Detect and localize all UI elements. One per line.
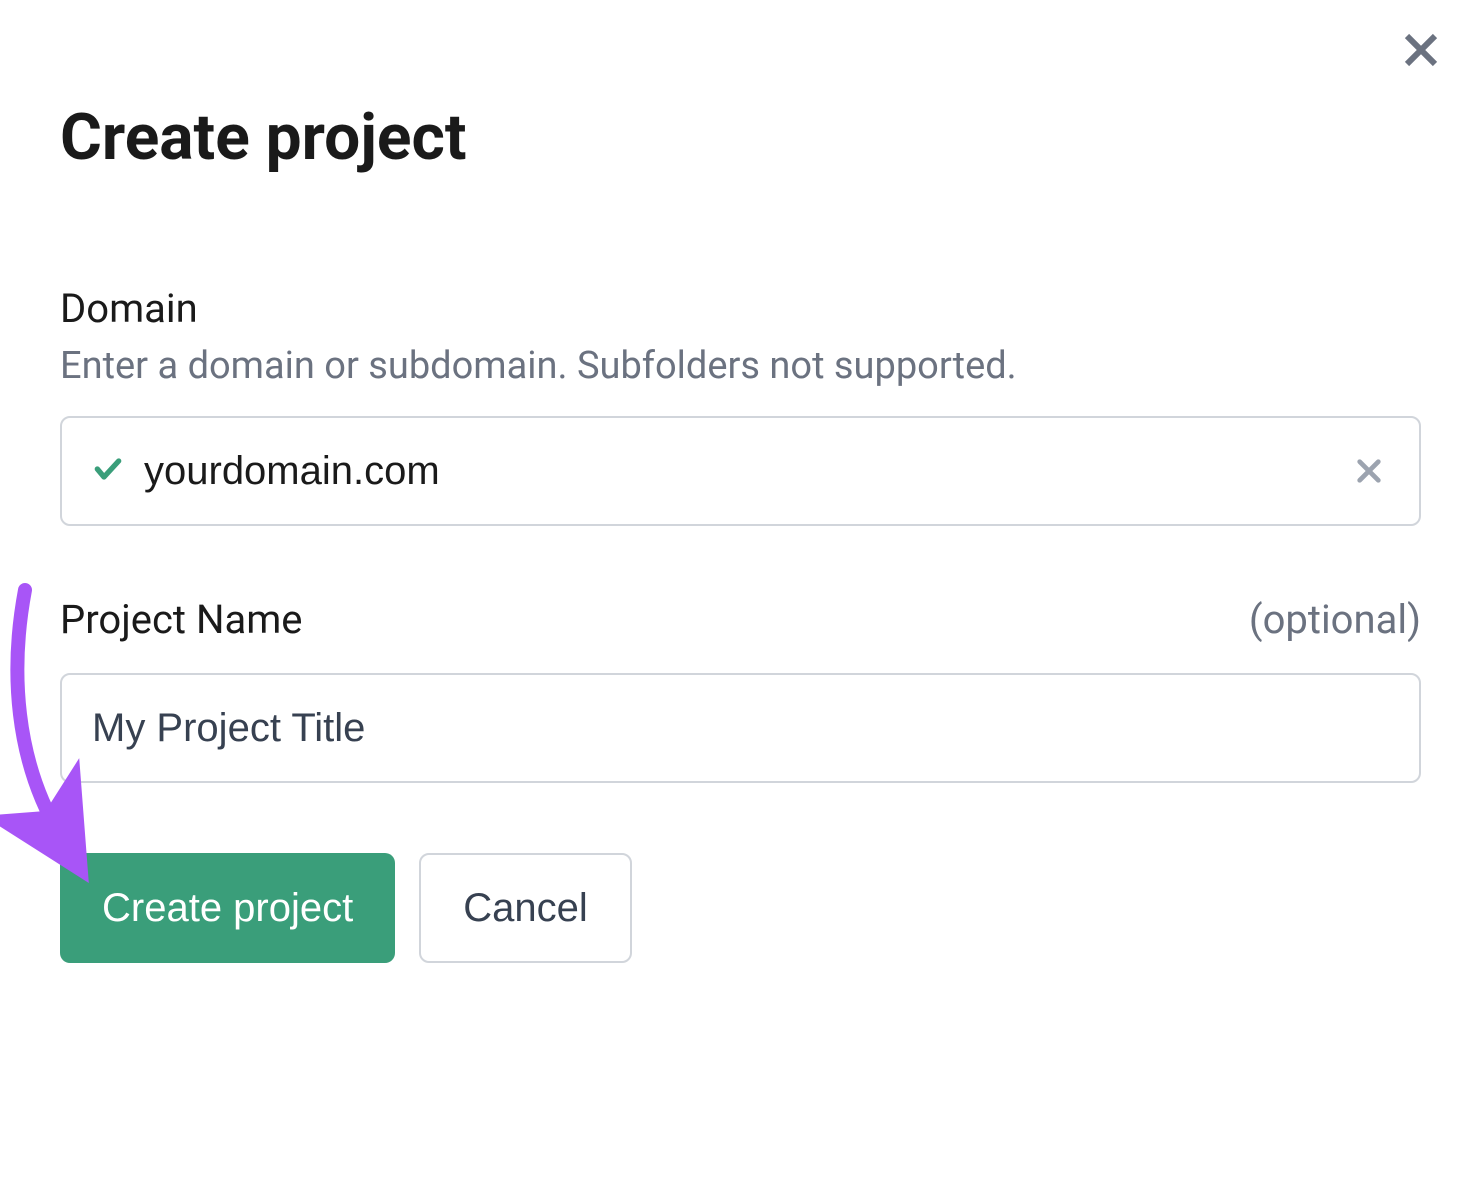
checkmark-icon xyxy=(92,453,124,489)
project-name-field-group: Project Name (optional) xyxy=(60,596,1421,783)
project-name-optional: (optional) xyxy=(1249,596,1421,643)
domain-input[interactable] xyxy=(144,418,1349,524)
domain-label: Domain xyxy=(60,285,1421,332)
project-name-input[interactable] xyxy=(92,675,1389,781)
button-row: Create project Cancel xyxy=(60,853,1421,963)
create-project-button[interactable]: Create project xyxy=(60,853,395,963)
project-name-label-row: Project Name (optional) xyxy=(60,596,1421,655)
x-icon xyxy=(1353,455,1385,487)
domain-help-text: Enter a domain or subdomain. Subfolders … xyxy=(60,344,1421,388)
domain-input-wrapper xyxy=(60,416,1421,526)
domain-field-group: Domain Enter a domain or subdomain. Subf… xyxy=(60,285,1421,526)
close-button[interactable] xyxy=(1391,20,1451,80)
clear-domain-button[interactable] xyxy=(1349,451,1389,491)
project-name-label: Project Name xyxy=(60,596,303,643)
create-project-modal: Create project Domain Enter a domain or … xyxy=(0,0,1481,1023)
cancel-button[interactable]: Cancel xyxy=(419,853,632,963)
modal-title: Create project xyxy=(60,100,1421,175)
project-name-input-wrapper xyxy=(60,673,1421,783)
close-icon xyxy=(1397,26,1445,74)
